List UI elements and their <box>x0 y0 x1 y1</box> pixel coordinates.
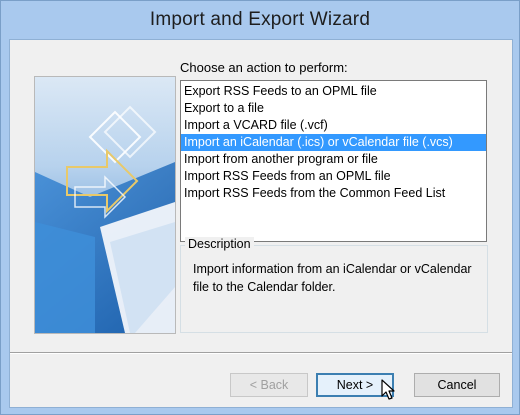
import-export-wizard-window: Import and Export Wizard Choose an actio… <box>0 0 520 415</box>
list-item[interactable]: Import RSS Feeds from the Common Feed Li… <box>181 185 486 202</box>
description-groupbox: Description Import information from an i… <box>180 237 488 333</box>
action-listbox[interactable]: Export RSS Feeds to an OPML file Export … <box>180 80 487 242</box>
list-item[interactable]: Import from another program or file <box>181 151 486 168</box>
mouse-pointer-icon <box>381 379 395 400</box>
list-item[interactable]: Export RSS Feeds to an OPML file <box>181 83 486 100</box>
cancel-button[interactable]: Cancel <box>414 373 500 397</box>
window-title: Import and Export Wizard <box>149 9 371 30</box>
description-text: Import information from an iCalendar or … <box>193 262 472 294</box>
back-button[interactable]: < Back <box>230 373 308 397</box>
list-item[interactable]: Import RSS Feeds from an OPML file <box>181 168 486 185</box>
footer-divider <box>10 352 512 354</box>
wizard-body: Choose an action to perform: Export RSS … <box>9 39 513 408</box>
action-prompt-label: Choose an action to perform: <box>180 60 348 75</box>
wizard-art-graphic <box>35 77 175 333</box>
list-item-selected[interactable]: Import an iCalendar (.ics) or vCalendar … <box>181 134 486 151</box>
list-item[interactable]: Import a VCARD file (.vcf) <box>181 117 486 134</box>
wizard-banner-image <box>34 76 176 334</box>
title-bar[interactable]: Import and Export Wizard <box>1 1 519 39</box>
list-item[interactable]: Export to a file <box>181 100 486 117</box>
description-heading: Description <box>185 237 254 251</box>
